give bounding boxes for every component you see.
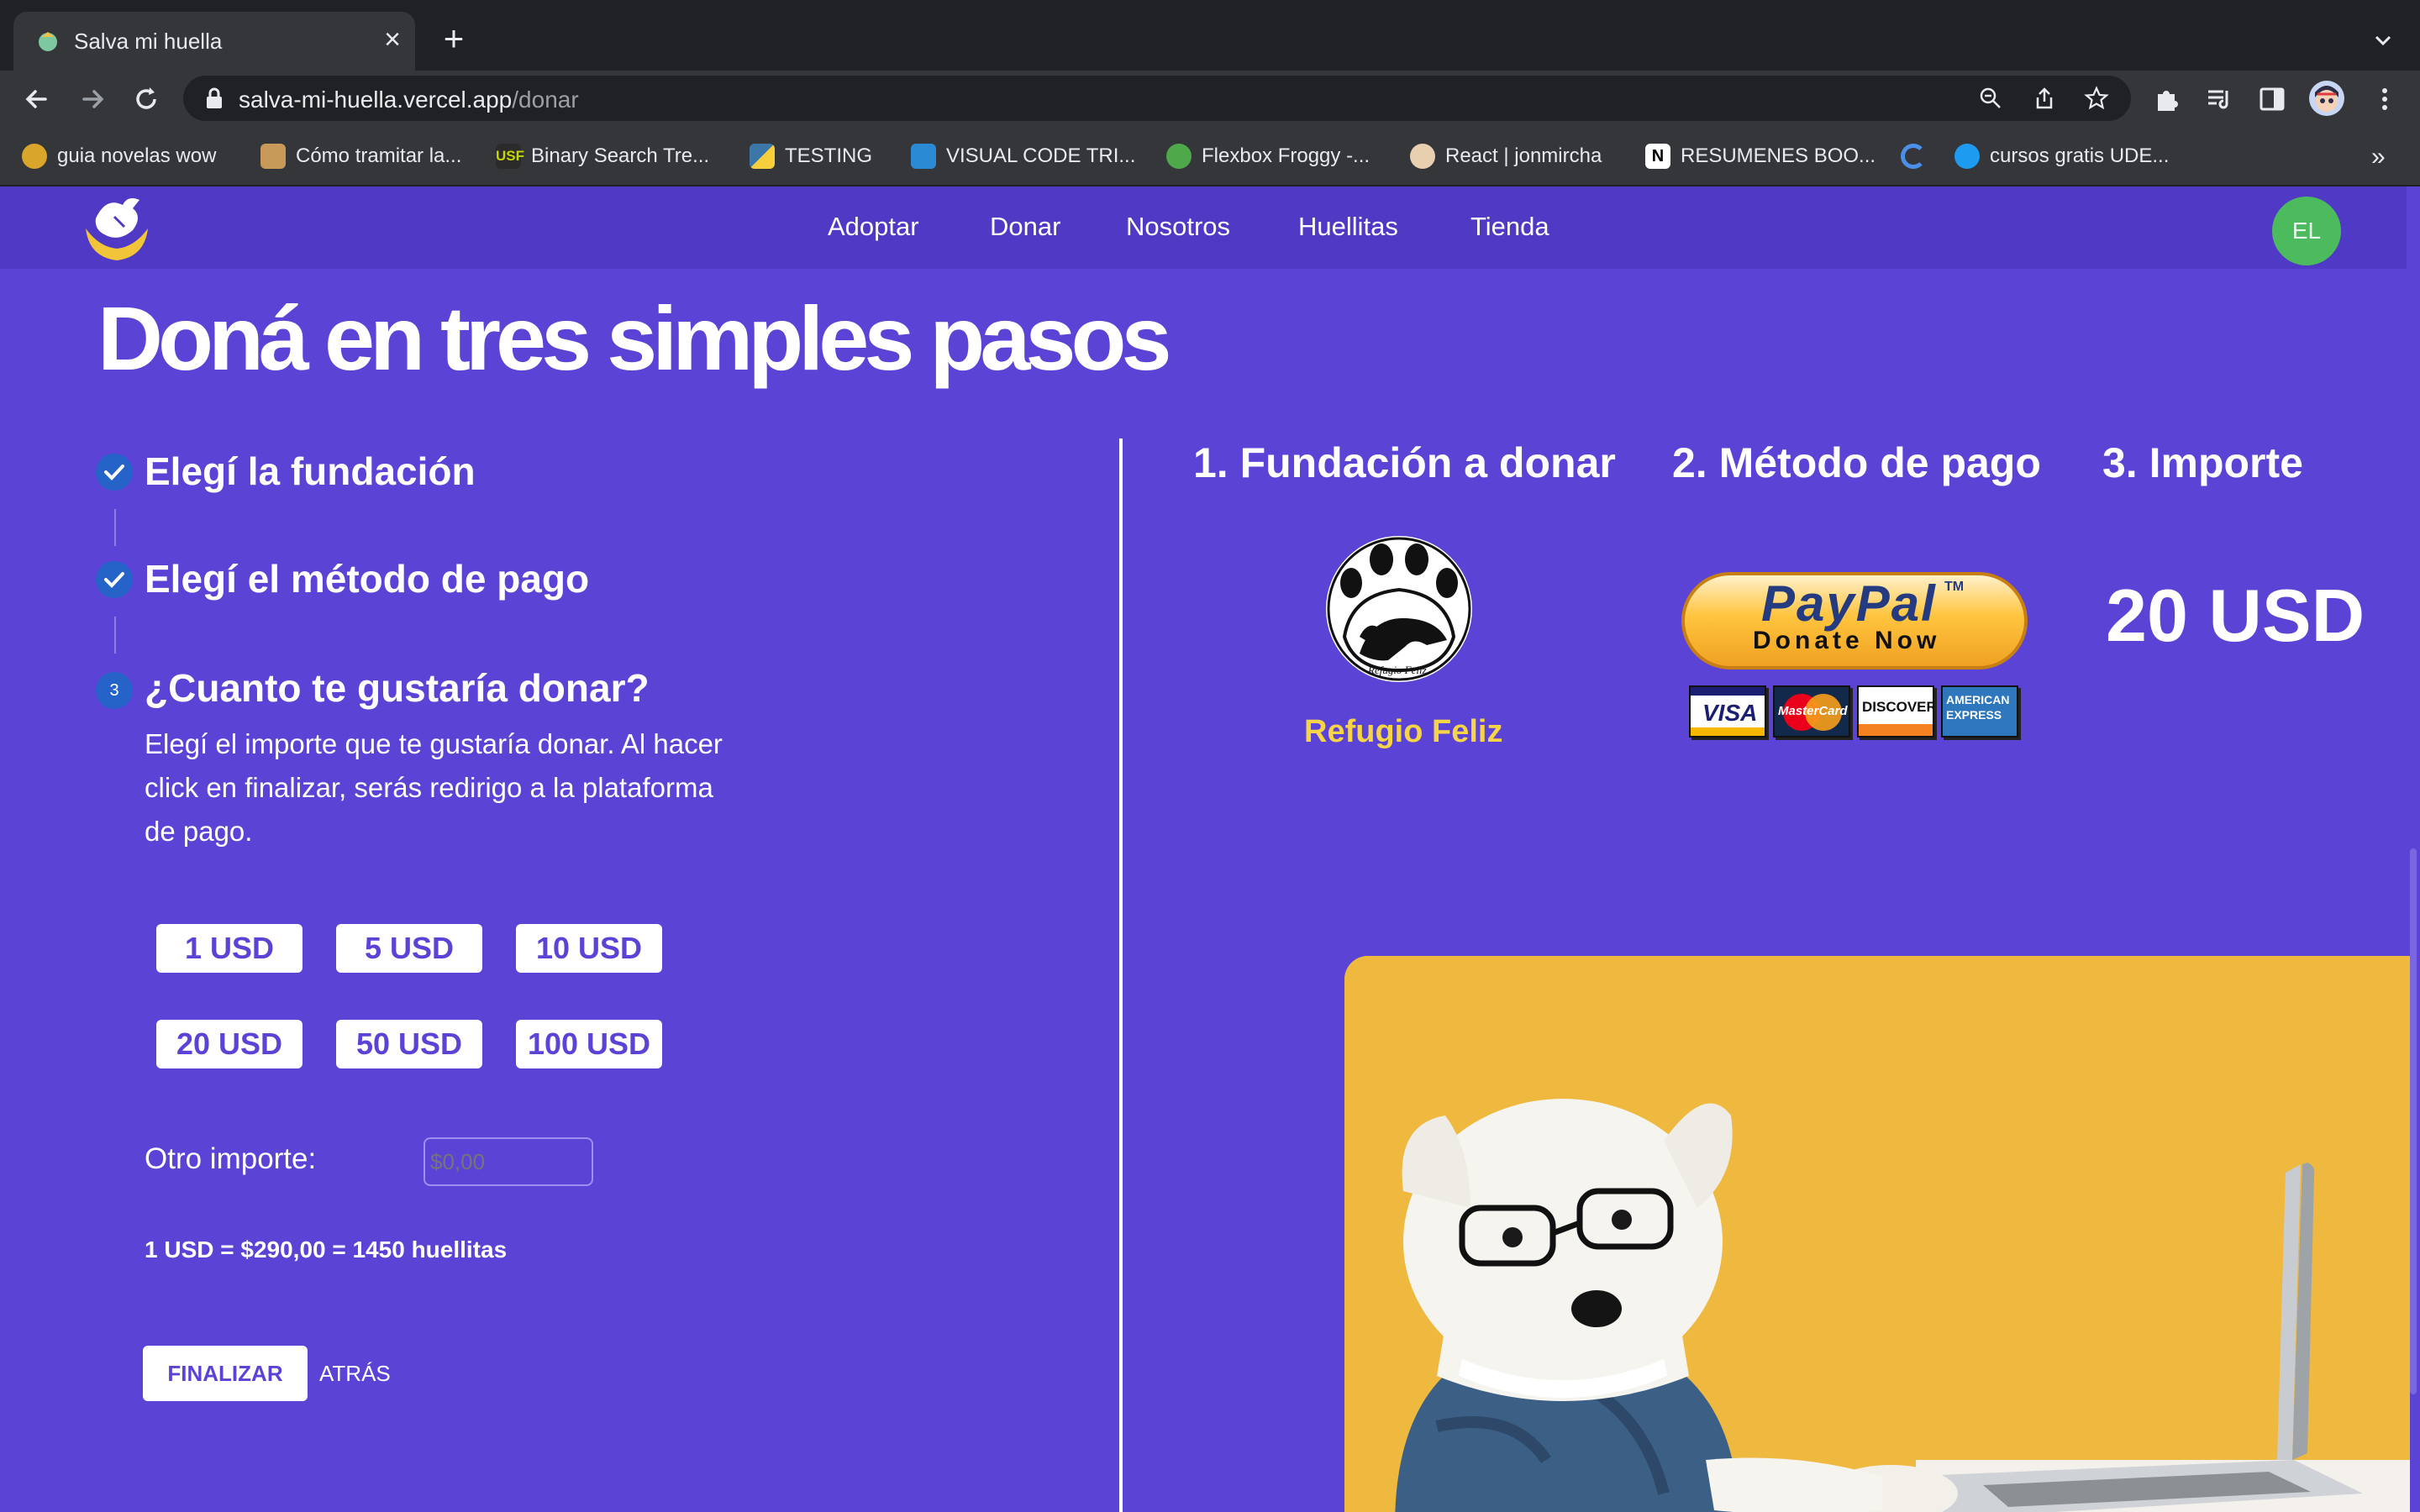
bookmark-item[interactable]: TESTING [750, 141, 872, 171]
amount-option-20-usd[interactable]: 20 USD [156, 1020, 302, 1068]
share-icon[interactable] [2032, 86, 2057, 111]
other-amount-label: Otro importe: [145, 1142, 317, 1175]
loading-icon [1901, 144, 1926, 169]
nav-link-tienda[interactable]: Tienda [1470, 212, 1549, 242]
browser-tab[interactable]: Salva mi huella × [13, 12, 415, 71]
jonmircha-icon [1410, 144, 1435, 169]
back-arrow-icon[interactable] [20, 82, 54, 116]
side-panel-icon[interactable] [2257, 84, 2287, 114]
tab-favicon-icon [39, 32, 57, 51]
foundation-name: Refugio Feliz [1304, 714, 1503, 749]
tab-close-icon[interactable]: × [378, 25, 407, 54]
bookmarks-bar: guia novelas wow Cómo tramitar la... USF… [0, 126, 2420, 186]
step-3-description: Elegí el importe que te gustaría donar. … [145, 728, 723, 847]
nav-link-adoptar[interactable]: Adoptar [828, 212, 919, 242]
step-connector [114, 617, 116, 654]
nav-link-huellitas[interactable]: Huellitas [1298, 212, 1398, 242]
amount-option-10-usd[interactable]: 10 USD [516, 924, 662, 973]
bookmark-item[interactable]: React | jonmircha [1410, 141, 1602, 171]
summary-amount-heading: 3. Importe [2102, 439, 2303, 486]
nav-link-nosotros[interactable]: Nosotros [1126, 212, 1230, 242]
bookmark-item[interactable]: Cómo tramitar la... [260, 141, 461, 171]
other-amount-input[interactable] [424, 1137, 593, 1186]
step-2-title: Elegí el método de pago [145, 557, 590, 601]
nav-link-donar[interactable]: Donar [990, 212, 1060, 242]
profile-avatar[interactable] [2309, 81, 2344, 116]
extensions-icon[interactable] [2151, 84, 2181, 114]
bookmark-item[interactable]: N RESUMENES BOO... [1645, 141, 1876, 171]
media-queue-icon[interactable] [2205, 84, 2235, 114]
site-logo-icon[interactable] [81, 193, 153, 262]
amex-card-icon: AMERICAN EXPRESS [1941, 685, 2018, 738]
exchange-rate-text: 1 USD = $290,00 = 1450 huellitas [145, 1236, 508, 1263]
mastercard-icon: MasterCard [1773, 685, 1850, 738]
bookmarks-more-icon[interactable]: » [2371, 143, 2386, 171]
notion-icon: N [1645, 144, 1670, 169]
bookmark-item[interactable]: VISUAL CODE TRI... [911, 141, 1135, 171]
bookmark-star-icon[interactable] [2084, 86, 2109, 111]
amount-option-1-usd[interactable]: 1 USD [156, 924, 302, 973]
step-complete-check-icon [96, 454, 133, 491]
reload-icon[interactable] [129, 82, 163, 116]
python-icon [750, 144, 775, 169]
bookmark-item[interactable]: Flexbox Froggy -... [1166, 141, 1370, 171]
amount-option-100-usd[interactable]: 100 USD [516, 1020, 662, 1068]
page: Adoptar Donar Nosotros Huellitas Tienda … [0, 186, 2420, 1512]
browser-menu-icon[interactable] [2370, 84, 2400, 114]
address-bar[interactable]: salva-mi-huella.vercel.app/donar [183, 76, 2131, 121]
back-button[interactable]: ATRÁS [319, 1361, 391, 1387]
hammer-icon [260, 144, 286, 169]
amount-option-5-usd[interactable]: 5 USD [336, 924, 482, 973]
selected-amount: 20 USD [2106, 574, 2365, 657]
bookmark-item[interactable] [1901, 141, 1926, 171]
tab-title: Salva mi huella [74, 29, 223, 54]
step-1-title: Elegí la fundación [145, 449, 476, 493]
step-complete-check-icon [96, 561, 133, 598]
section-divider [1119, 438, 1123, 1512]
wow-icon [22, 144, 47, 169]
page-title: Doná en tres simples pasos [97, 287, 1172, 389]
dog-illustration-icon [1344, 956, 2410, 1512]
vscode-icon [911, 144, 936, 169]
foundation-logo: Refugio Feliz [1326, 536, 1472, 682]
browser-toolbar: salva-mi-huella.vercel.app/donar [0, 71, 2420, 126]
paw-logo-icon [1327, 537, 1471, 681]
step-connector [114, 509, 116, 546]
paypal-donate-button[interactable]: PayPal TM Donate Now [1681, 571, 2028, 672]
twitter-icon [1954, 144, 1980, 169]
url-text[interactable]: salva-mi-huella.vercel.app/donar [239, 87, 579, 113]
summary-payment-heading: 2. Método de pago [1672, 439, 2041, 486]
bookmark-item[interactable]: guia novelas wow [22, 141, 216, 171]
finish-button[interactable]: FINALIZAR [143, 1346, 308, 1401]
discover-card-icon: DISCOVER [1857, 685, 1934, 738]
page-scrollbar-thumb[interactable] [2410, 848, 2417, 1394]
zoom-icon[interactable] [1978, 86, 2003, 111]
lock-icon[interactable] [205, 87, 224, 109]
usf-icon: USF [496, 144, 524, 169]
bookmark-item[interactable]: cursos gratis UDE... [1954, 141, 2169, 171]
bookmark-item[interactable]: USF Binary Search Tre... [496, 141, 709, 171]
card-logos: VISA MasterCard DISCOVER AMERICAN EXPRES… [1689, 684, 2020, 743]
forward-arrow-icon[interactable] [76, 82, 109, 116]
site-navbar: Adoptar Donar Nosotros Huellitas Tienda … [0, 186, 2420, 269]
dog-with-laptop-image [1344, 956, 2410, 1512]
step-3-number: 3 [96, 672, 133, 709]
amount-option-50-usd[interactable]: 50 USD [336, 1020, 482, 1068]
user-avatar[interactable]: EL [2272, 197, 2341, 265]
summary-foundation-heading: 1. Fundación a donar [1193, 439, 1616, 486]
tab-search-chevron-icon[interactable] [2368, 25, 2398, 55]
frog-icon [1166, 144, 1192, 169]
profile-avatar-icon [2315, 86, 2338, 112]
new-tab-icon[interactable]: + [437, 21, 471, 56]
browser-tab-bar: Salva mi huella × + [0, 0, 2420, 71]
step-3-title: ¿Cuanto te gustaría donar? [145, 666, 650, 710]
visa-card-icon: VISA [1689, 685, 1766, 738]
